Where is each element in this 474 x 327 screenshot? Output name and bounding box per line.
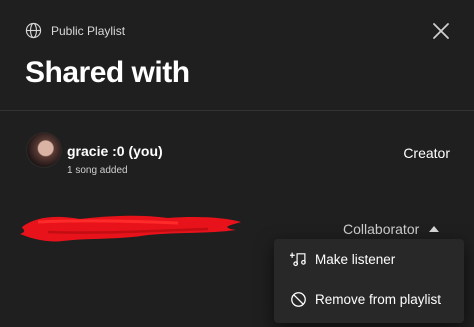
member-role-creator: Creator xyxy=(403,145,450,161)
make-listener-label[interactable]: Make listener xyxy=(315,252,395,267)
playlist-visibility-tag: Public Playlist xyxy=(25,22,125,39)
remove-from-playlist-menu-item[interactable]: Remove from playlist xyxy=(274,279,464,319)
close-button[interactable] xyxy=(430,20,452,42)
member-role-dropdown[interactable]: Collaborator xyxy=(343,221,440,237)
visibility-label: Public Playlist xyxy=(51,23,126,38)
music-note-icon xyxy=(290,252,306,266)
divider xyxy=(0,110,474,111)
redacted-member-name xyxy=(20,215,241,242)
member-name: gracie :0 (you) xyxy=(67,143,163,159)
member-role-collaborator[interactable]: Collaborator xyxy=(343,221,419,237)
avatar xyxy=(26,132,62,168)
member-songs-added: 1 song added xyxy=(67,165,128,176)
globe-icon xyxy=(25,22,42,39)
member-row-owner: gracie :0 (you) 1 song added Creator xyxy=(26,132,456,176)
close-icon[interactable] xyxy=(430,20,452,42)
make-listener-menu-item[interactable]: Make listener xyxy=(274,239,464,279)
dialog-title: Shared with xyxy=(25,56,190,89)
shared-with-dialog: Public Playlist Shared with gracie :0 (y… xyxy=(0,0,474,327)
caret-up-icon[interactable] xyxy=(429,226,440,232)
block-icon xyxy=(291,291,306,307)
remove-from-playlist-label[interactable]: Remove from playlist xyxy=(315,292,441,307)
role-menu: Make listener Remove from playlist xyxy=(274,239,464,323)
